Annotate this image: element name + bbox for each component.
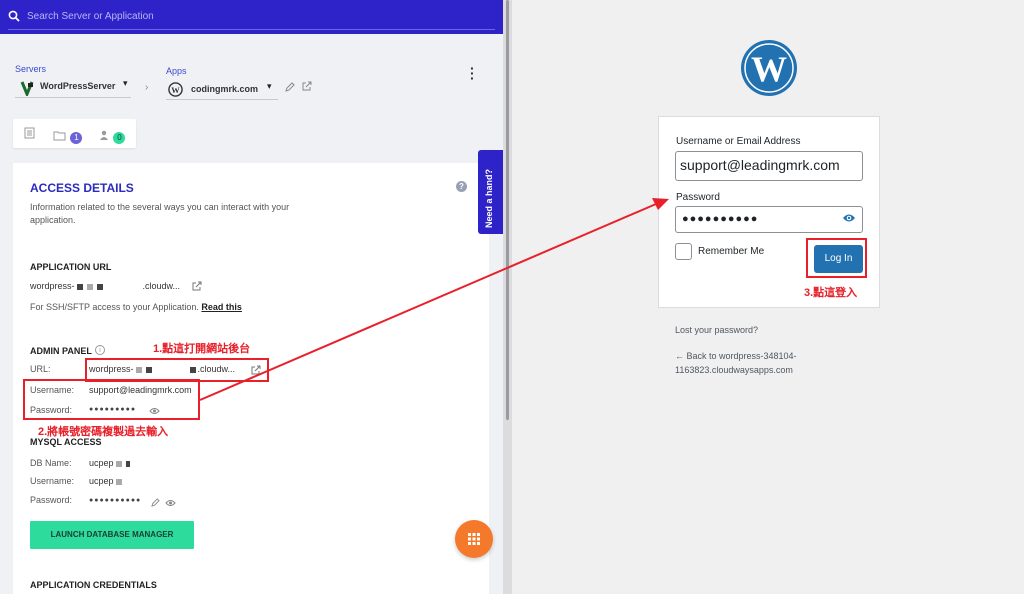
annotation-arrow bbox=[199, 198, 669, 401]
